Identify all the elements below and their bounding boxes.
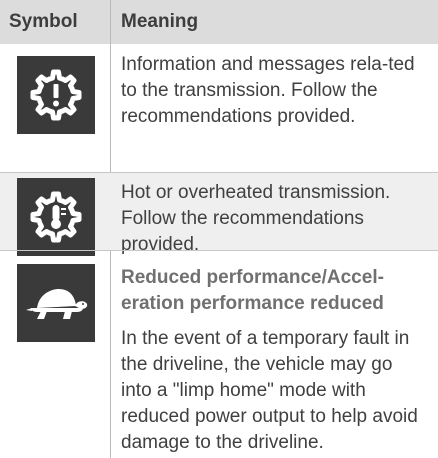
meaning-text: Hot or overheated transmission. Follow t… — [121, 182, 391, 255]
table-header: Symbol Meaning — [0, 0, 438, 44]
turtle-icon — [17, 264, 95, 342]
row-divider — [0, 250, 438, 251]
meaning-subtitle: Reduced performance/Accel-eration perfor… — [121, 267, 384, 314]
transmission-temperature-icon — [17, 178, 95, 256]
meaning-text: Information and messages rela-ted to the… — [121, 54, 415, 127]
table-row: Information and messages rela-ted to the… — [0, 44, 438, 172]
transmission-warning-icon — [17, 56, 95, 134]
meaning-text: In the event of a temporary fault in the… — [121, 328, 418, 453]
header-symbol: Symbol — [9, 11, 78, 32]
header-meaning: Meaning — [121, 11, 199, 32]
